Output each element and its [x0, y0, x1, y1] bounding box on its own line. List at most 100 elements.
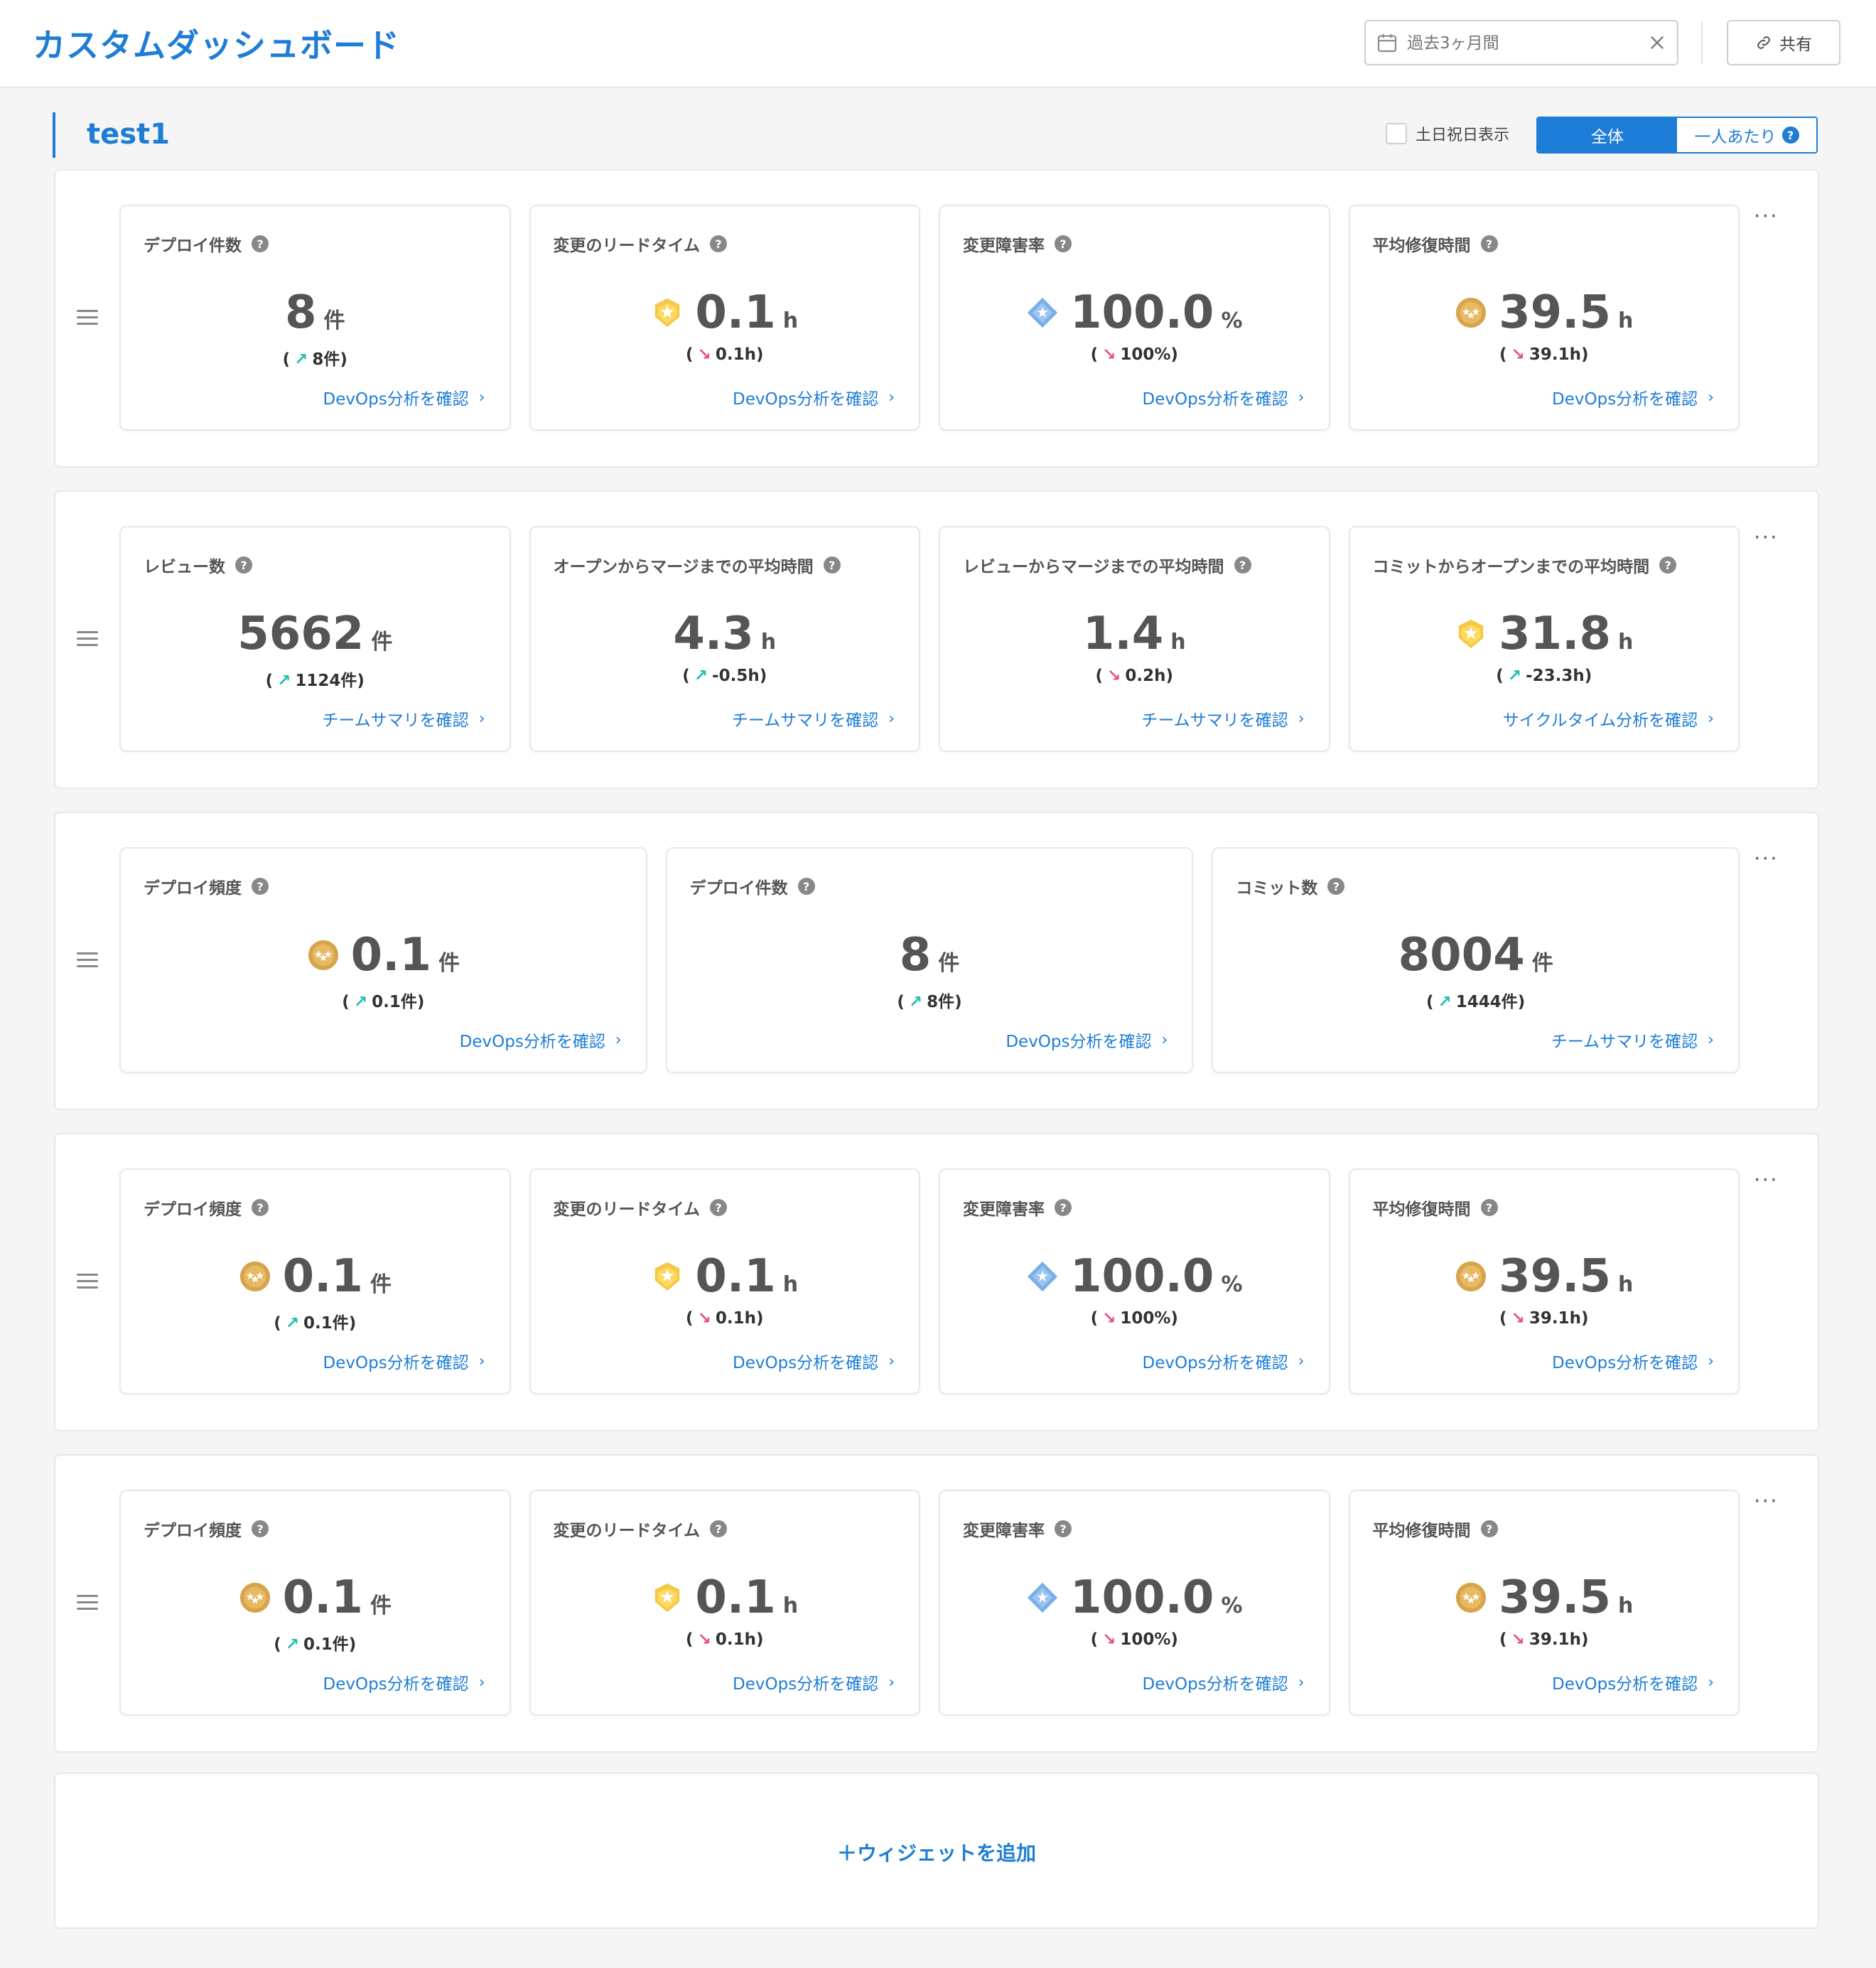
- seg-all[interactable]: 全体: [1538, 118, 1677, 152]
- detail-link[interactable]: チームサマリを確認 ›: [322, 706, 485, 731]
- close-icon[interactable]: [1647, 33, 1667, 53]
- card-title: デプロイ頻度?: [144, 1195, 269, 1220]
- paren-open: (: [1496, 667, 1504, 685]
- detail-link-label: DevOps分析を確認: [459, 1033, 605, 1051]
- help-icon[interactable]: ?: [1055, 235, 1072, 252]
- metric-card: レビュー数? 5662 件 (↗ 1124件) チームサマリを確認 ›: [119, 526, 511, 752]
- detail-link[interactable]: DevOps分析を確認 ›: [323, 1670, 485, 1694]
- detail-link[interactable]: DevOps分析を確認 ›: [733, 1349, 895, 1373]
- seg-per-person[interactable]: 一人あたり ?: [1677, 118, 1816, 152]
- metric-card: 変更障害率? 100.0% (↘ 100%) DevOps分析を確認 ›: [939, 1168, 1330, 1394]
- card-title-text: 変更障害率: [963, 1522, 1045, 1540]
- more-options-icon[interactable]: ···: [1754, 1491, 1779, 1512]
- help-icon[interactable]: ?: [710, 1199, 728, 1216]
- delta-value: 39.1h): [1529, 345, 1589, 364]
- detail-link[interactable]: DevOps分析を確認 ›: [1143, 385, 1305, 409]
- more-options-icon[interactable]: ···: [1754, 206, 1779, 227]
- detail-link-label: チームサマリを確認: [731, 711, 879, 730]
- metric-card: コミット数? 8004 件 (↗ 1444件) チームサマリを確認 ›: [1212, 847, 1740, 1073]
- metric-delta: (↘ 100%): [940, 1630, 1329, 1649]
- more-options-icon[interactable]: ···: [1754, 1170, 1779, 1191]
- drag-handle-icon[interactable]: [77, 310, 98, 327]
- detail-link[interactable]: DevOps分析を確認 ›: [460, 1028, 622, 1052]
- trend-arrow-icon: ↘: [697, 1309, 711, 1328]
- detail-link[interactable]: チームサマリを確認 ›: [1141, 706, 1304, 731]
- chevron-right-icon: ›: [615, 1031, 622, 1049]
- help-icon[interactable]: ?: [1659, 556, 1677, 574]
- detail-link[interactable]: DevOps分析を確認 ›: [1143, 1670, 1305, 1694]
- drag-handle-icon[interactable]: [77, 631, 98, 648]
- help-icon[interactable]: ?: [797, 878, 815, 895]
- detail-link[interactable]: DevOps分析を確認 ›: [1552, 385, 1714, 409]
- card-title-text: 変更のリードタイム: [553, 1200, 701, 1219]
- paren-open: (: [1090, 345, 1099, 364]
- card-title: 変更障害率?: [963, 1517, 1072, 1541]
- detail-link[interactable]: DevOps分析を確認 ›: [733, 385, 895, 409]
- help-icon[interactable]: ?: [1480, 1199, 1498, 1216]
- metric-card: 平均修復時間? 39.5 h (↘ 39.1h) DevOps分析を確認 ›: [1348, 1168, 1740, 1394]
- card-title-text: デプロイ頻度: [144, 1522, 242, 1540]
- holiday-checkbox[interactable]: [1386, 123, 1407, 144]
- more-options-icon[interactable]: ···: [1754, 849, 1779, 870]
- detail-link[interactable]: サイクルタイム分析を確認 ›: [1503, 706, 1714, 731]
- detail-link-label: チームサマリを確認: [322, 711, 469, 730]
- help-icon[interactable]: ?: [1055, 1520, 1072, 1537]
- help-icon[interactable]: ?: [252, 1199, 269, 1216]
- card-title: デプロイ頻度?: [144, 874, 269, 898]
- metric-unit: h: [782, 1272, 799, 1297]
- detail-link[interactable]: DevOps分析を確認 ›: [323, 385, 485, 409]
- detail-link[interactable]: DevOps分析を確認 ›: [1552, 1670, 1714, 1694]
- detail-link[interactable]: チームサマリを確認 ›: [1551, 1028, 1714, 1052]
- help-icon[interactable]: ?: [235, 556, 252, 574]
- card-title: 平均修復時間?: [1373, 1517, 1498, 1541]
- holiday-toggle[interactable]: 土日祝日表示: [1386, 122, 1509, 145]
- drag-handle-icon[interactable]: [77, 1274, 98, 1291]
- help-icon[interactable]: ?: [252, 235, 269, 252]
- help-icon[interactable]: ?: [1480, 1520, 1498, 1537]
- metric-value-row: 8件: [121, 290, 510, 335]
- help-icon[interactable]: ?: [1781, 127, 1799, 144]
- metric-value-row: 8004 件: [1213, 932, 1738, 978]
- add-widget-button[interactable]: ＋ウィジェットを追加: [55, 1838, 1818, 1866]
- metric-card: 平均修復時間? 39.5 h (↘ 39.1h) DevOps分析を確認 ›: [1348, 205, 1740, 431]
- date-range-input[interactable]: [1406, 28, 1622, 58]
- help-icon[interactable]: ?: [710, 1520, 728, 1537]
- metric-value-row: 5662 件: [121, 611, 510, 657]
- detail-link[interactable]: DevOps分析を確認 ›: [1006, 1028, 1168, 1052]
- drag-handle-icon[interactable]: [77, 1595, 98, 1612]
- drag-handle-icon[interactable]: [77, 952, 98, 969]
- help-icon[interactable]: ?: [1480, 235, 1498, 252]
- dashboard-widget: ··· デプロイ頻度? 0.1 件(↗ 0.1件) DevOps分析を確認 › デプロイ件数?…: [54, 812, 1819, 1110]
- help-icon[interactable]: ?: [710, 235, 728, 252]
- detail-link[interactable]: DevOps分析を確認 ›: [1143, 1349, 1305, 1373]
- more-options-icon[interactable]: ···: [1754, 527, 1779, 549]
- delta-value: 1444件): [1455, 993, 1526, 1011]
- help-icon[interactable]: ?: [1327, 878, 1345, 895]
- help-icon[interactable]: ?: [252, 1520, 269, 1537]
- metric-delta: (↘ 39.1h): [1350, 1630, 1739, 1649]
- help-icon[interactable]: ?: [252, 878, 269, 895]
- detail-link[interactable]: DevOps分析を確認 ›: [733, 1670, 895, 1694]
- metric-unit: h: [1618, 630, 1634, 655]
- metric-unit: 件: [370, 1272, 392, 1297]
- help-icon[interactable]: ?: [1055, 1199, 1072, 1216]
- date-range-field[interactable]: [1364, 20, 1678, 65]
- metric-unit: h: [782, 308, 799, 333]
- help-icon[interactable]: ?: [1234, 556, 1251, 574]
- metric-unit: h: [1618, 1272, 1634, 1297]
- metric-value-row: 31.8 h: [1350, 611, 1739, 657]
- detail-link-label: DevOps分析を確認: [323, 1354, 469, 1372]
- delta-value: 1124件): [295, 672, 365, 690]
- detail-link[interactable]: チームサマリを確認 ›: [732, 706, 895, 731]
- metric-value-row: 0.1 件: [121, 1254, 510, 1299]
- share-button[interactable]: 共有: [1727, 20, 1840, 65]
- metric-delta: (↘ 0.2h): [940, 667, 1329, 685]
- card-title: デプロイ件数?: [144, 232, 269, 256]
- paren-open: (: [1095, 667, 1104, 685]
- detail-link[interactable]: DevOps分析を確認 ›: [1552, 1349, 1714, 1373]
- help-icon[interactable]: ?: [823, 556, 841, 574]
- metric-delta: (↗ 0.1件): [121, 988, 646, 1012]
- metric-value: 100.0: [1070, 1571, 1214, 1624]
- detail-link-label: チームサマリを確認: [1551, 1033, 1698, 1051]
- detail-link[interactable]: DevOps分析を確認 ›: [323, 1349, 485, 1373]
